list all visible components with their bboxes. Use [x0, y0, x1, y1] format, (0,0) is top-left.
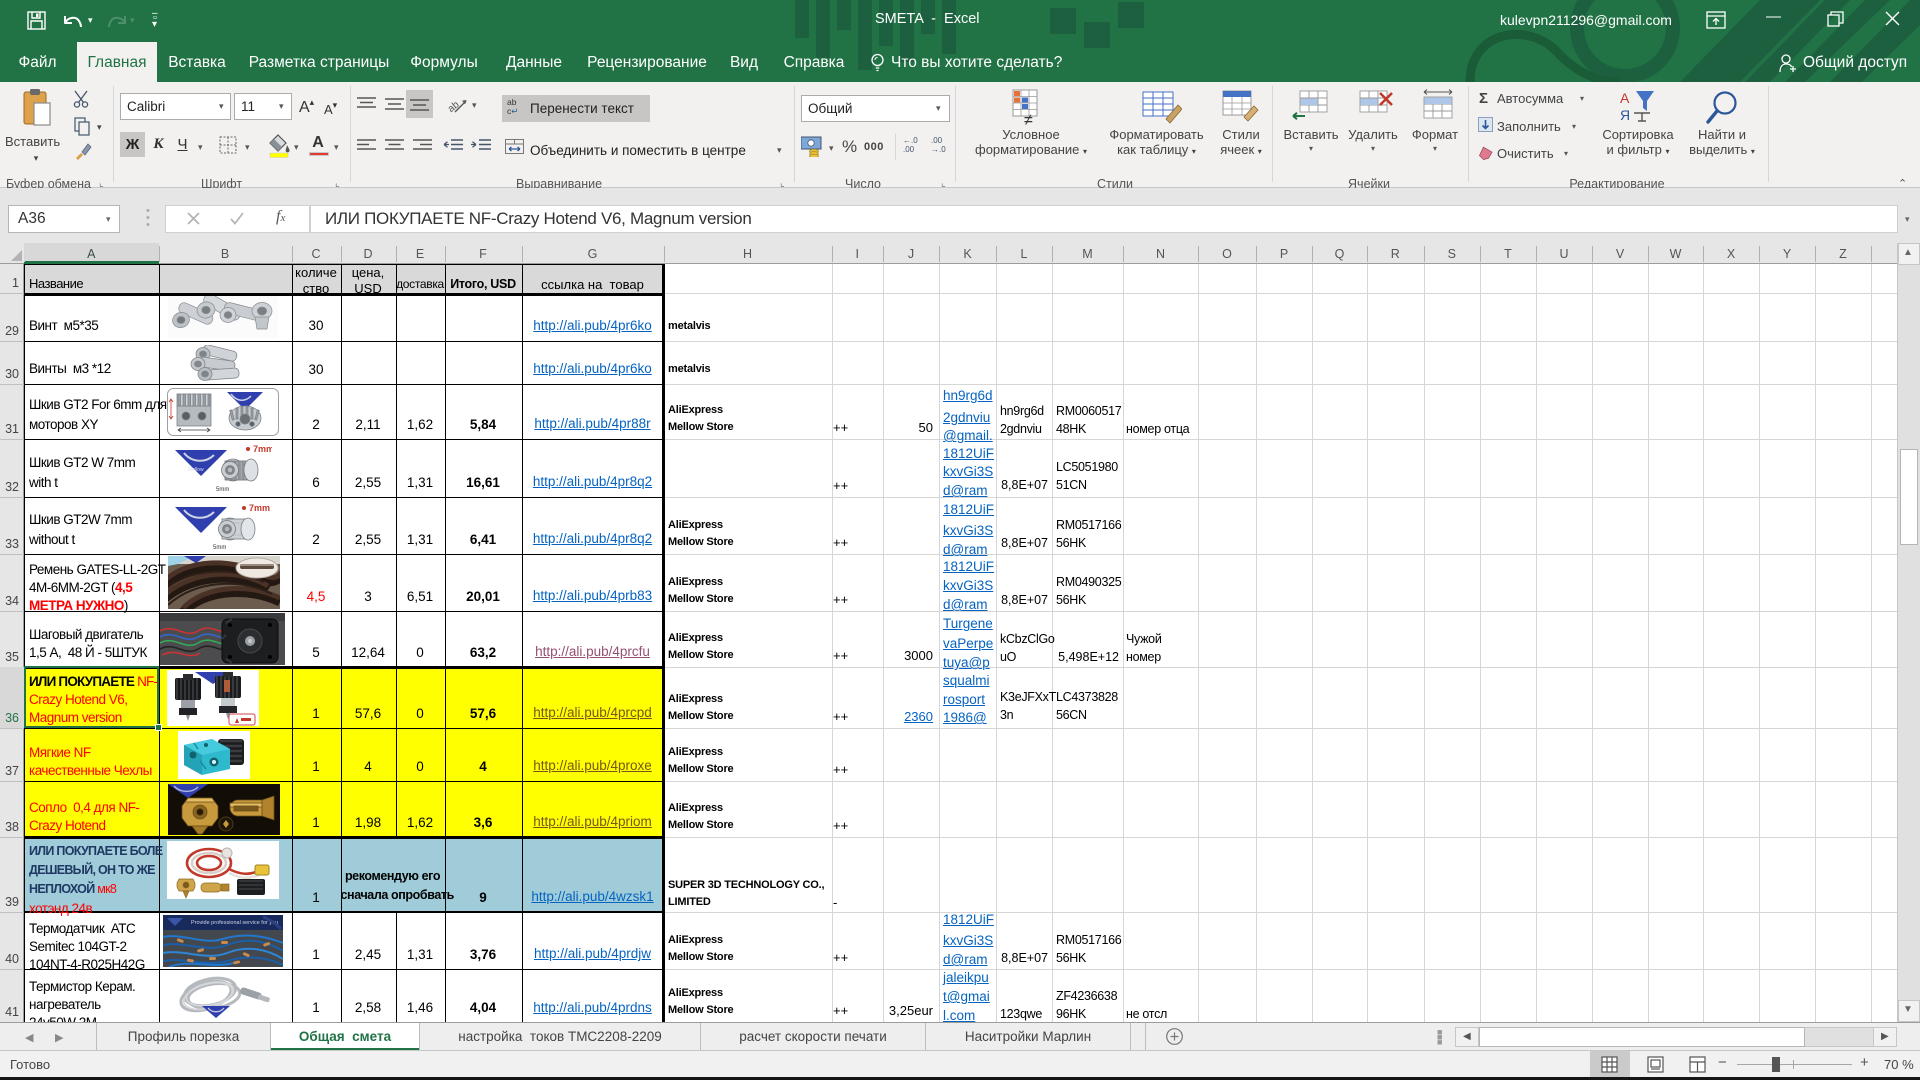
svg-text:Mellow: Mellow [188, 467, 204, 473]
svg-text:Я: Я [1620, 107, 1630, 123]
svg-text:5mm: 5mm [213, 545, 226, 551]
svg-text:А: А [1620, 90, 1630, 106]
svg-text:≠: ≠ [1024, 112, 1033, 125]
svg-text:7mm: 7mm [249, 503, 270, 513]
svg-text:Provide professional service f: Provide professional service for you [191, 920, 278, 926]
svg-text:7mm: 7mm [253, 444, 272, 454]
svg-text:5mm: 5mm [216, 487, 229, 493]
